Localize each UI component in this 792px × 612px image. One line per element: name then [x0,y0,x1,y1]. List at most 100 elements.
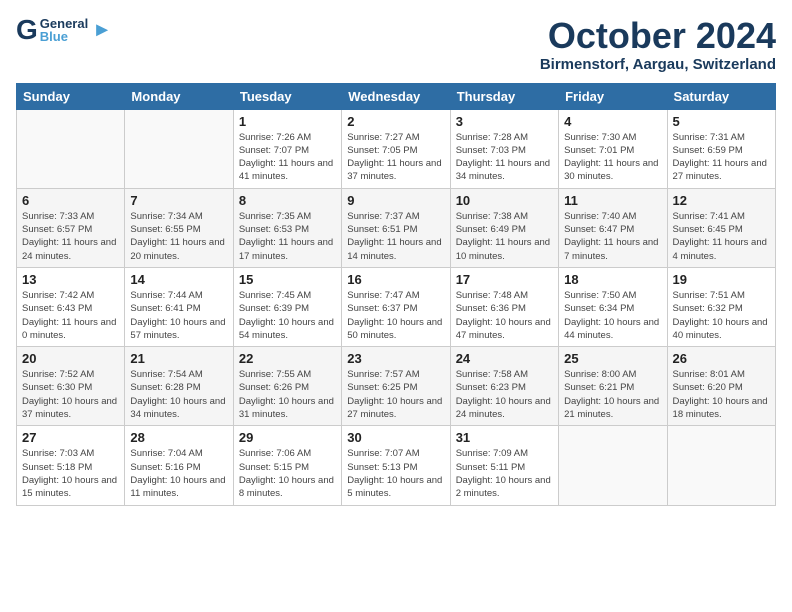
col-saturday: Saturday [667,83,775,109]
day-number: 20 [22,351,119,366]
calendar-cell: 31Sunrise: 7:09 AM Sunset: 5:11 PM Dayli… [450,426,558,505]
day-number: 23 [347,351,444,366]
cell-info: Sunrise: 7:04 AM Sunset: 5:16 PM Dayligh… [130,447,227,500]
calendar-table: Sunday Monday Tuesday Wednesday Thursday… [16,83,776,506]
col-monday: Monday [125,83,233,109]
calendar-cell: 20 Sunrise: 7:52 AM Sunset: 6:30 PM Dayli… [17,347,125,426]
calendar-cell: 21 Sunrise: 7:54 AM Sunset: 6:28 PM Dayli… [125,347,233,426]
col-friday: Friday [559,83,667,109]
calendar-cell: 23 Sunrise: 7:57 AM Sunset: 6:25 PM Dayli… [342,347,450,426]
cell-info: Sunrise: 7:44 AM Sunset: 6:41 PM Dayligh… [130,289,227,342]
col-sunday: Sunday [17,83,125,109]
calendar-cell: 5 Sunrise: 7:31 AM Sunset: 6:59 PM Daylig… [667,109,775,188]
calendar-cell: 25Sunrise: 8:00 AM Sunset: 6:21 PM Dayli… [559,347,667,426]
calendar-cell [667,426,775,505]
location: Birmenstorf, Aargau, Switzerland [540,56,776,73]
day-number: 9 [347,193,444,208]
cell-info: Sunrise: 7:34 AM Sunset: 6:55 PM Dayligh… [130,210,227,263]
day-number: 4 [564,114,661,129]
cell-info: Sunrise: 7:37 AM Sunset: 6:51 PM Dayligh… [347,210,444,263]
day-number: 12 [673,193,770,208]
calendar-cell: 1 Sunrise: 7:26 AM Sunset: 7:07 PM Daylig… [233,109,341,188]
day-number: 29 [239,430,336,445]
cell-info: Sunrise: 7:33 AM Sunset: 6:57 PM Dayligh… [22,210,119,263]
calendar-cell: 26 Sunrise: 8:01 AM Sunset: 6:20 PM Dayli… [667,347,775,426]
calendar-cell: 10 Sunrise: 7:38 AM Sunset: 6:49 PM Dayli… [450,188,558,267]
day-number: 5 [673,114,770,129]
cell-info: Sunrise: 7:57 AM Sunset: 6:25 PM Dayligh… [347,368,444,421]
cell-info: Sunrise: 7:27 AM Sunset: 7:05 PM Dayligh… [347,131,444,184]
calendar-cell: 15 Sunrise: 7:45 AM Sunset: 6:39 PM Dayli… [233,267,341,346]
cell-info: Sunrise: 7:31 AM Sunset: 6:59 PM Dayligh… [673,131,770,184]
day-number: 14 [130,272,227,287]
calendar-cell: 22 Sunrise: 7:55 AM Sunset: 6:26 PM Dayli… [233,347,341,426]
day-number: 13 [22,272,119,287]
cell-info: Sunrise: 7:41 AM Sunset: 6:45 PM Dayligh… [673,210,770,263]
calendar-cell: 30Sunrise: 7:07 AM Sunset: 5:13 PM Dayli… [342,426,450,505]
logo: G General Blue ► [16,16,112,44]
day-number: 22 [239,351,336,366]
cell-info: Sunrise: 7:42 AM Sunset: 6:43 PM Dayligh… [22,289,119,342]
col-tuesday: Tuesday [233,83,341,109]
day-number: 30 [347,430,444,445]
calendar-cell: 11Sunrise: 7:40 AM Sunset: 6:47 PM Dayli… [559,188,667,267]
calendar-cell: 3 Sunrise: 7:28 AM Sunset: 7:03 PM Daylig… [450,109,558,188]
day-number: 19 [673,272,770,287]
day-number: 6 [22,193,119,208]
cell-info: Sunrise: 8:01 AM Sunset: 6:20 PM Dayligh… [673,368,770,421]
cell-info: Sunrise: 7:06 AM Sunset: 5:15 PM Dayligh… [239,447,336,500]
calendar-cell: 24Sunrise: 7:58 AM Sunset: 6:23 PM Dayli… [450,347,558,426]
title-area: October 2024 Birmenstorf, Aargau, Switze… [540,16,776,73]
day-number: 24 [456,351,553,366]
cell-info: Sunrise: 7:26 AM Sunset: 7:07 PM Dayligh… [239,131,336,184]
calendar-cell: 28Sunrise: 7:04 AM Sunset: 5:16 PM Dayli… [125,426,233,505]
cell-info: Sunrise: 7:47 AM Sunset: 6:37 PM Dayligh… [347,289,444,342]
calendar-cell: 18Sunrise: 7:50 AM Sunset: 6:34 PM Dayli… [559,267,667,346]
calendar-cell: 4 Sunrise: 7:30 AM Sunset: 7:01 PM Daylig… [559,109,667,188]
cell-info: Sunrise: 7:03 AM Sunset: 5:18 PM Dayligh… [22,447,119,500]
day-number: 11 [564,193,661,208]
day-number: 1 [239,114,336,129]
cell-info: Sunrise: 7:48 AM Sunset: 6:36 PM Dayligh… [456,289,553,342]
day-number: 27 [22,430,119,445]
day-number: 15 [239,272,336,287]
cell-info: Sunrise: 7:30 AM Sunset: 7:01 PM Dayligh… [564,131,661,184]
cell-info: Sunrise: 7:09 AM Sunset: 5:11 PM Dayligh… [456,447,553,500]
cell-info: Sunrise: 7:38 AM Sunset: 6:49 PM Dayligh… [456,210,553,263]
day-number: 21 [130,351,227,366]
calendar-cell: 8Sunrise: 7:35 AM Sunset: 6:53 PM Daylig… [233,188,341,267]
calendar-cell: 16 Sunrise: 7:47 AM Sunset: 6:37 PM Dayli… [342,267,450,346]
col-wednesday: Wednesday [342,83,450,109]
day-number: 17 [456,272,553,287]
day-number: 18 [564,272,661,287]
day-number: 3 [456,114,553,129]
day-number: 10 [456,193,553,208]
month-title: October 2024 [540,16,776,56]
calendar-week-5: 27 Sunrise: 7:03 AM Sunset: 5:18 PM Dayli… [17,426,776,505]
calendar-cell: 27 Sunrise: 7:03 AM Sunset: 5:18 PM Dayli… [17,426,125,505]
calendar-week-2: 6 Sunrise: 7:33 AM Sunset: 6:57 PM Daylig… [17,188,776,267]
calendar-cell: 19 Sunrise: 7:51 AM Sunset: 6:32 PM Dayli… [667,267,775,346]
calendar-cell: 9 Sunrise: 7:37 AM Sunset: 6:51 PM Daylig… [342,188,450,267]
cell-info: Sunrise: 8:00 AM Sunset: 6:21 PM Dayligh… [564,368,661,421]
cell-info: Sunrise: 7:54 AM Sunset: 6:28 PM Dayligh… [130,368,227,421]
cell-info: Sunrise: 7:55 AM Sunset: 6:26 PM Dayligh… [239,368,336,421]
calendar-cell: 7Sunrise: 7:34 AM Sunset: 6:55 PM Daylig… [125,188,233,267]
calendar-cell [17,109,125,188]
cell-info: Sunrise: 7:28 AM Sunset: 7:03 PM Dayligh… [456,131,553,184]
cell-info: Sunrise: 7:52 AM Sunset: 6:30 PM Dayligh… [22,368,119,421]
cell-info: Sunrise: 7:51 AM Sunset: 6:32 PM Dayligh… [673,289,770,342]
day-number: 2 [347,114,444,129]
calendar-header-row: Sunday Monday Tuesday Wednesday Thursday… [17,83,776,109]
cell-info: Sunrise: 7:45 AM Sunset: 6:39 PM Dayligh… [239,289,336,342]
calendar-cell [125,109,233,188]
header: G General Blue ► October 2024 Birmenstor… [16,16,776,73]
calendar-cell: 17 Sunrise: 7:48 AM Sunset: 6:36 PM Dayli… [450,267,558,346]
logo-blue-text: Blue [40,30,88,43]
day-number: 26 [673,351,770,366]
calendar-cell: 6 Sunrise: 7:33 AM Sunset: 6:57 PM Daylig… [17,188,125,267]
calendar-cell: 2 Sunrise: 7:27 AM Sunset: 7:05 PM Daylig… [342,109,450,188]
day-number: 16 [347,272,444,287]
calendar-cell: 14 Sunrise: 7:44 AM Sunset: 6:41 PM Dayli… [125,267,233,346]
calendar-week-3: 13 Sunrise: 7:42 AM Sunset: 6:43 PM Dayli… [17,267,776,346]
